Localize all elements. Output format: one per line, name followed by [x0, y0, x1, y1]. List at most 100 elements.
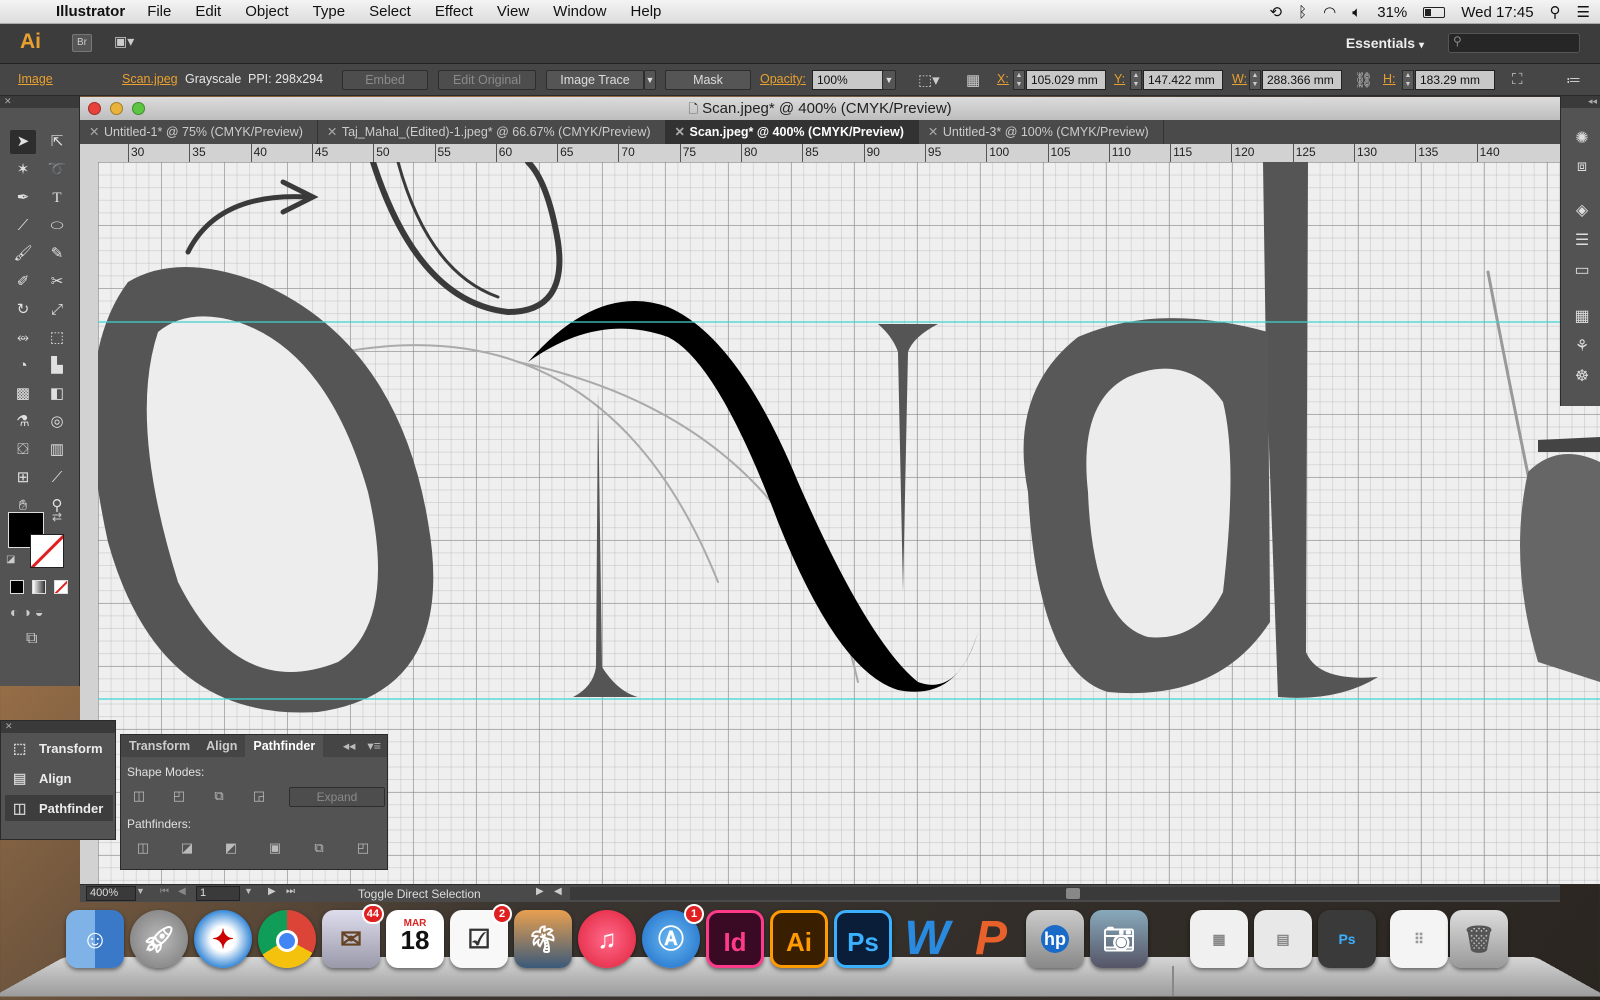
transform-align-icon[interactable]: ⬚▾ [918, 71, 940, 89]
unite-icon[interactable]: ◫ [129, 787, 149, 805]
tab-untitled-3[interactable]: ✕ Untitled-3* @ 100% (CMYK/Preview) [919, 120, 1164, 144]
x-stepper[interactable]: ▲ ▼ [1013, 70, 1025, 90]
divide-icon[interactable]: ◫ [133, 839, 153, 857]
selection-tool-icon[interactable]: ➤ [10, 130, 36, 154]
battery-icon[interactable] [1423, 6, 1446, 18]
minus-back-icon[interactable]: ◰ [353, 839, 373, 857]
screen-mode-icon[interactable]: ⧉ [26, 630, 37, 648]
swap-fill-stroke-icon[interactable]: ⇄ [52, 510, 62, 524]
outline-icon[interactable]: ⧉ [309, 839, 329, 857]
control-menu-icon[interactable]: ≔ [1566, 71, 1581, 89]
stroke-swatch[interactable] [30, 534, 64, 568]
trim-icon[interactable]: ◪ [177, 839, 197, 857]
artboard-dropdown-icon[interactable]: ▼ [244, 886, 253, 896]
tab-align[interactable]: Align [198, 735, 245, 757]
calendar-icon[interactable]: MAR 18 [386, 910, 444, 968]
crop-icon[interactable]: ▣ [265, 839, 285, 857]
trash-icon[interactable]: 🗑︎ [1450, 910, 1508, 968]
blend-tool-icon[interactable]: ◎ [44, 410, 70, 434]
type-tool-icon[interactable]: T [44, 186, 70, 210]
minimize-window-icon[interactable] [110, 102, 123, 115]
help-search-input[interactable]: ⚲ [1448, 33, 1580, 53]
brushes-icon[interactable]: ⚘ [1571, 336, 1593, 358]
linked-file-link[interactable]: Scan.jpeg [122, 72, 178, 86]
minimized-window-2[interactable]: ▤ [1254, 910, 1312, 968]
first-artboard-icon[interactable]: ⏮ [160, 886, 169, 897]
menu-view[interactable]: View [497, 3, 529, 20]
bridge-button[interactable]: Br [72, 34, 92, 52]
magic-wand-tool-icon[interactable]: ✶ [10, 158, 36, 182]
previous-artboard-icon[interactable]: ◀ [178, 886, 186, 897]
direct-selection-tool-icon[interactable]: ⇱ [44, 130, 70, 154]
h-field[interactable]: 183.29 mm [1415, 70, 1495, 90]
menu-type[interactable]: Type [313, 3, 346, 20]
close-tab-icon[interactable]: ✕ [928, 120, 938, 144]
w-field[interactable]: 288.366 mm [1262, 70, 1342, 90]
h-stepper[interactable]: ▲ ▼ [1402, 70, 1414, 90]
transform-options-icon[interactable]: ⛶ [1512, 71, 1523, 88]
battery-percent[interactable]: 31% [1377, 4, 1407, 21]
stroke-icon[interactable]: ☰ [1571, 230, 1593, 252]
menu-object[interactable]: Object [245, 3, 288, 20]
layers-icon[interactable]: ◈ [1571, 200, 1593, 222]
close-tab-icon[interactable]: ✕ [89, 120, 99, 144]
pencil-tool-icon[interactable]: ✎ [44, 242, 70, 266]
blob-brush-tool-icon[interactable]: ✐ [10, 270, 36, 294]
opacity-dropdown-icon[interactable]: ▼ [882, 70, 896, 90]
menu-effect[interactable]: Effect [435, 3, 473, 20]
itunes-icon[interactable]: ♫ [578, 910, 636, 968]
spotlight-search-icon[interactable]: ⚲ [1550, 3, 1561, 21]
iphoto-icon[interactable]: 🌴︎ [514, 910, 572, 968]
line-tool-icon[interactable]: ⟋ [10, 214, 36, 238]
collapsed-panels-header[interactable]: ✕ [1, 721, 115, 733]
volume-icon[interactable]: 🔈︎ [1352, 4, 1361, 21]
close-tab-icon[interactable]: ✕ [675, 120, 685, 144]
status-menu-icon[interactable]: ▶ [536, 886, 544, 897]
clock[interactable]: Wed 17:45 [1461, 4, 1533, 21]
time-machine-icon[interactable]: ⟲ [1270, 3, 1283, 21]
app-store-icon[interactable]: Ⓐ 1 [642, 904, 704, 968]
rotate-tool-icon[interactable]: ↻ [10, 298, 36, 322]
width-tool-icon[interactable]: ⥈ [10, 326, 36, 350]
scale-tool-icon[interactable]: ⤢ [44, 298, 70, 322]
intersect-icon[interactable]: ⧉ [209, 787, 229, 805]
scissors-tool-icon[interactable]: ✂ [44, 270, 70, 294]
color-guide-icon[interactable]: ✺ [1571, 128, 1593, 150]
horizontal-scrollbar[interactable] [570, 887, 1560, 900]
artboard-tool-icon[interactable]: ⊞ [10, 466, 36, 490]
tab-pathfinder[interactable]: Pathfinder [245, 735, 324, 757]
next-artboard-icon[interactable]: ▶ [268, 886, 276, 897]
column-graph-tool-icon[interactable]: ▥ [44, 438, 70, 462]
shape-builder-tool-icon[interactable]: ◔ [10, 354, 36, 378]
menu-window[interactable]: Window [553, 3, 606, 20]
close-tab-icon[interactable]: ✕ [327, 120, 337, 144]
tab-scan[interactable]: ✕ Scan.jpeg* @ 400% (CMYK/Preview) [665, 120, 919, 144]
photoshop-icon[interactable]: Ps [834, 910, 892, 968]
opacity-field[interactable]: 100% [812, 70, 884, 90]
image-capture-icon[interactable]: 📷︎ [1090, 910, 1148, 968]
last-artboard-icon[interactable]: ⏭ [286, 886, 295, 897]
mail-icon[interactable]: ✉ 44 [322, 904, 384, 968]
tab-taj-mahal[interactable]: ✕ Taj_Mahal_(Edited)-1.jpeg* @ 66.67% (CM… [318, 120, 666, 144]
powerpoint-icon[interactable]: P [962, 910, 1020, 968]
wifi-icon[interactable]: ◠ [1323, 3, 1336, 21]
gradient-mode-icon[interactable] [32, 580, 46, 594]
selection-kind-link[interactable]: Image [18, 72, 53, 86]
x-field[interactable]: 105.029 mm [1026, 70, 1106, 90]
minus-front-icon[interactable]: ◰ [169, 787, 189, 805]
collapse-panel-icon[interactable]: ◂◂ [337, 735, 362, 757]
illustrator-dock-icon[interactable]: Ai [770, 910, 828, 968]
menu-help[interactable]: Help [631, 3, 662, 20]
notification-center-icon[interactable]: ☰ [1577, 3, 1590, 21]
merge-icon[interactable]: ◩ [221, 839, 241, 857]
mesh-tool-icon[interactable]: ▩ [10, 382, 36, 406]
tab-untitled-1[interactable]: ✕ Untitled-1* @ 75% (CMYK/Preview) [80, 120, 318, 144]
symbol-sprayer-tool-icon[interactable]: ⛋ [10, 438, 36, 462]
finder-icon[interactable]: ☺ [66, 910, 124, 968]
scrollbar-thumb[interactable] [1066, 888, 1080, 899]
color-mode-icon[interactable] [10, 580, 24, 594]
panel-pathfinder[interactable]: ◫ Pathfinder [5, 795, 113, 821]
image-trace-dropdown-icon[interactable]: ▼ [644, 70, 656, 90]
menu-edit[interactable]: Edit [195, 3, 221, 20]
horizontal-ruler[interactable]: 30 35 40 45 50 55 60 65 70 75 80 85 90 95 100 105 110 115… [80, 144, 1560, 162]
